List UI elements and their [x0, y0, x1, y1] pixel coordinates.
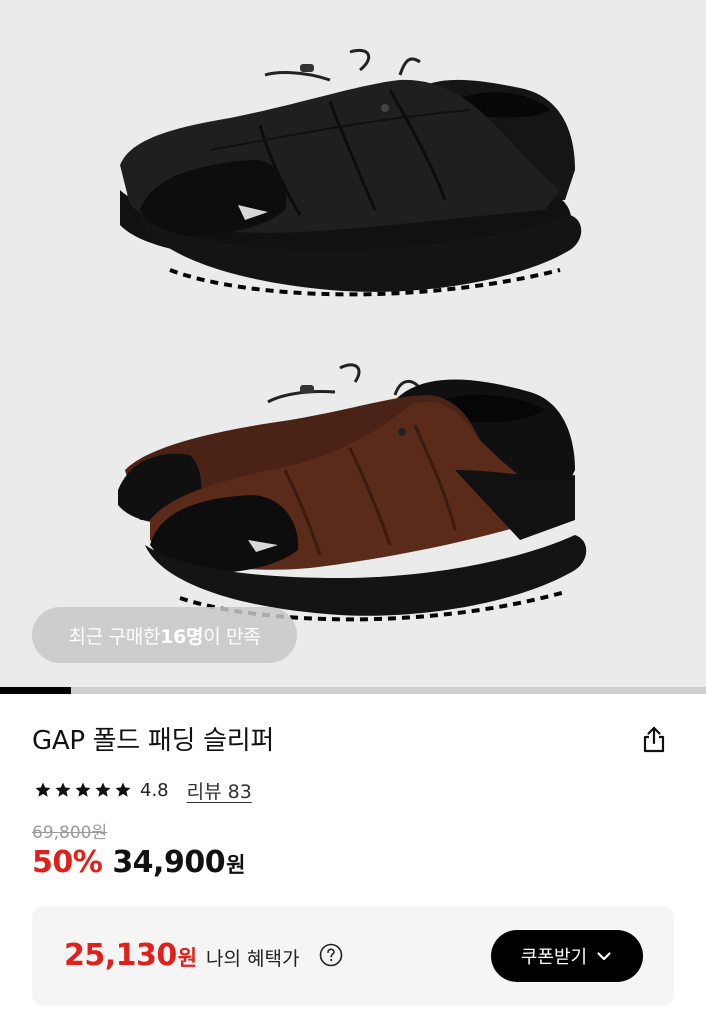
star-icon: [95, 782, 111, 797]
benefit-price: 25,130 원: [64, 938, 197, 973]
star-icon: [75, 782, 91, 797]
product-photo: [118, 49, 587, 622]
benefit-amount: 25,130: [64, 938, 177, 973]
star-icon: [55, 782, 71, 797]
sale-price-unit: 원: [226, 853, 246, 877]
sale-price: 34,900: [112, 845, 226, 880]
product-title: GAP 폴드 패딩 슬리퍼: [32, 726, 274, 756]
my-benefit-box: 25,130 원 나의 혜택가 쿠폰받기: [32, 906, 674, 1006]
original-price: 69,800원: [32, 823, 108, 843]
get-coupon-button[interactable]: 쿠폰받기: [491, 930, 643, 982]
rating-value: 4.8: [140, 779, 169, 801]
share-icon: [643, 726, 665, 753]
question-circle-icon[interactable]: [319, 943, 343, 967]
chevron-down-icon: [597, 952, 611, 961]
gallery-progress-fill: [0, 687, 71, 694]
social-proof-count: 16명: [160, 625, 204, 648]
price-row: 50% 34,900 원: [32, 845, 245, 880]
black-shoe-pair-image: [120, 49, 582, 297]
benefit-label: 나의 혜택가: [206, 948, 300, 970]
product-image-gallery[interactable]: 최근 구매한 16명 이 만족: [0, 0, 706, 687]
rating-stars: [34, 781, 132, 799]
rating-row: 4.8 리뷰 83: [34, 776, 252, 804]
recent-buyers-badge: 최근 구매한 16명 이 만족: [32, 607, 297, 663]
social-proof-suffix: 이 만족: [203, 625, 261, 648]
star-icon: [35, 782, 51, 797]
gallery-progress-bar: [0, 687, 706, 694]
benefit-unit: 원: [177, 946, 198, 970]
social-proof-prefix: 최근 구매한: [68, 625, 161, 648]
brown-shoe-pair-image: [118, 363, 587, 622]
coupon-button-label: 쿠폰받기: [520, 947, 588, 968]
review-count-link[interactable]: 리뷰 83: [187, 777, 252, 804]
share-button[interactable]: [634, 720, 674, 760]
discount-rate: 50%: [32, 845, 103, 880]
star-icon: [115, 782, 131, 797]
